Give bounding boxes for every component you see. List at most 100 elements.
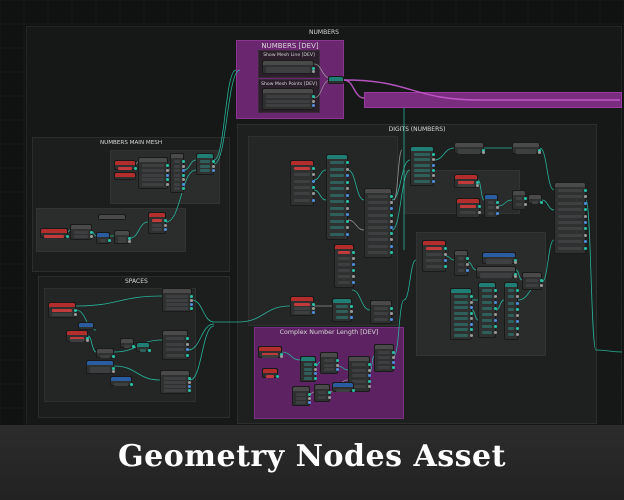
output-socket[interactable] <box>74 309 77 312</box>
node-socket-row[interactable] <box>414 174 430 178</box>
node-socket-row[interactable] <box>318 391 326 394</box>
output-socket[interactable] <box>584 233 587 237</box>
output-socket[interactable] <box>314 367 317 371</box>
node-socket-row[interactable] <box>558 233 582 237</box>
node-socket-row[interactable] <box>166 295 188 298</box>
node-socket-row[interactable] <box>482 325 492 328</box>
output-socket[interactable] <box>346 174 349 177</box>
output-socket[interactable] <box>470 322 473 326</box>
output-socket[interactable] <box>392 361 395 364</box>
output-socket[interactable] <box>470 317 473 320</box>
output-socket[interactable] <box>90 231 93 234</box>
node-socket-row[interactable] <box>174 164 180 168</box>
output-socket[interactable] <box>346 187 349 190</box>
node-socket-row[interactable] <box>378 361 390 364</box>
node-socket-row[interactable] <box>426 259 442 262</box>
node[interactable] <box>148 212 167 234</box>
output-socket[interactable] <box>494 313 497 316</box>
node[interactable] <box>170 153 185 193</box>
node-socket-row[interactable] <box>352 363 366 366</box>
output-socket[interactable] <box>470 295 473 298</box>
output-socket[interactable] <box>584 189 587 192</box>
node[interactable] <box>528 194 543 204</box>
output-socket[interactable] <box>516 289 519 292</box>
node-socket-row[interactable] <box>174 187 180 191</box>
output-socket[interactable] <box>328 391 331 394</box>
node[interactable] <box>262 88 315 110</box>
output-socket[interactable] <box>476 184 479 187</box>
output-socket[interactable] <box>346 213 349 216</box>
output-socket[interactable] <box>314 372 317 375</box>
output-socket[interactable] <box>516 307 519 311</box>
node-socket-row[interactable] <box>174 169 180 173</box>
output-socket[interactable] <box>516 301 519 305</box>
output-socket[interactable] <box>496 211 499 215</box>
node-socket-row[interactable] <box>294 173 310 177</box>
node-socket-row[interactable] <box>374 317 388 321</box>
output-socket[interactable] <box>524 203 527 206</box>
node-socket-row[interactable] <box>338 269 350 272</box>
node[interactable] <box>454 174 479 188</box>
node-socket-row[interactable] <box>338 275 350 278</box>
output-socket[interactable] <box>470 306 473 309</box>
node-socket-row[interactable] <box>304 363 312 366</box>
output-socket[interactable] <box>164 219 167 222</box>
output-socket[interactable] <box>494 295 497 298</box>
output-socket[interactable] <box>186 353 189 357</box>
node[interactable] <box>262 60 315 74</box>
node-socket-row[interactable] <box>352 379 366 383</box>
output-socket[interactable] <box>516 326 519 330</box>
output-socket[interactable] <box>312 70 315 73</box>
node-socket-row[interactable] <box>296 397 306 400</box>
output-socket[interactable] <box>108 239 111 242</box>
node-socket-row[interactable] <box>454 300 468 304</box>
node-socket-row[interactable] <box>558 189 582 192</box>
node[interactable] <box>70 224 93 240</box>
output-socket[interactable] <box>470 328 473 331</box>
node-socket-row[interactable] <box>266 70 310 73</box>
output-socket[interactable] <box>186 342 189 346</box>
node[interactable] <box>328 76 344 84</box>
output-socket[interactable] <box>494 301 497 304</box>
output-socket[interactable] <box>346 193 349 197</box>
output-socket[interactable] <box>514 275 517 278</box>
node[interactable] <box>292 386 311 406</box>
node-socket-row[interactable] <box>558 240 582 244</box>
node[interactable] <box>314 384 331 402</box>
node-socket-row[interactable] <box>368 226 388 229</box>
node-socket-row[interactable] <box>460 205 476 208</box>
node-socket-row[interactable] <box>374 312 388 316</box>
node-socket-row[interactable] <box>142 183 164 187</box>
node-socket-row[interactable] <box>336 305 348 308</box>
output-socket[interactable] <box>276 375 279 378</box>
node-socket-row[interactable] <box>378 356 390 359</box>
node-socket-row[interactable] <box>426 247 442 250</box>
output-socket[interactable] <box>308 393 311 396</box>
node-socket-row[interactable] <box>330 193 344 197</box>
node-socket-row[interactable] <box>526 284 538 287</box>
node[interactable] <box>478 282 497 338</box>
output-socket[interactable] <box>312 95 315 98</box>
node-socket-row[interactable] <box>200 160 210 163</box>
node[interactable] <box>512 142 541 154</box>
node-socket-row[interactable] <box>164 381 186 384</box>
output-socket[interactable] <box>312 186 315 189</box>
node-socket-row[interactable] <box>558 208 582 212</box>
node[interactable] <box>476 266 517 278</box>
node[interactable] <box>290 160 315 206</box>
output-socket[interactable] <box>132 345 135 348</box>
node-socket-row[interactable] <box>488 201 494 204</box>
output-socket[interactable] <box>390 317 393 321</box>
node-socket-row[interactable] <box>368 213 388 217</box>
node-socket-row[interactable] <box>142 164 164 167</box>
node-socket-row[interactable] <box>460 211 476 214</box>
node-socket-row[interactable] <box>368 244 388 248</box>
node-socket-row[interactable] <box>558 201 582 205</box>
node-socket-row[interactable] <box>508 332 514 336</box>
output-socket[interactable] <box>128 240 131 243</box>
output-socket[interactable] <box>584 221 587 224</box>
node-socket-row[interactable] <box>52 313 72 316</box>
output-socket[interactable] <box>346 161 349 164</box>
output-socket[interactable] <box>466 263 469 266</box>
output-socket[interactable] <box>352 281 355 284</box>
